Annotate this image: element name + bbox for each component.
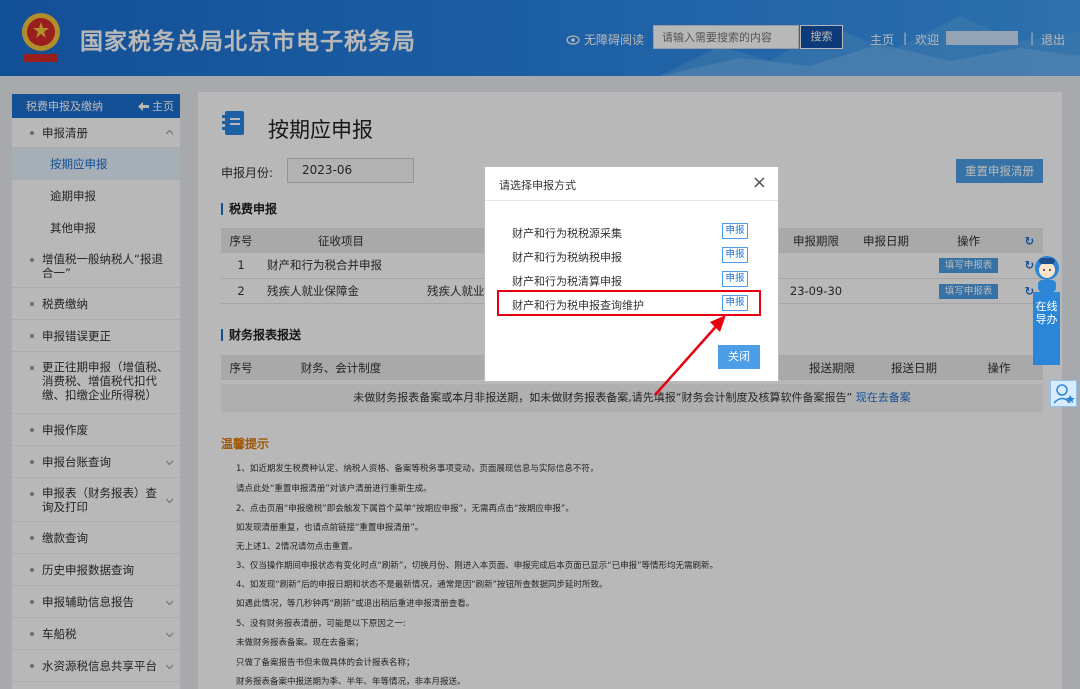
option-label: 财产和行为税清算申报 — [512, 275, 622, 288]
option-label: 财产和行为税税源采集 — [512, 227, 622, 240]
online-guide-button[interactable]: 在线导办 — [1033, 292, 1060, 365]
close-icon[interactable]: × — [752, 172, 767, 193]
divider — [485, 200, 778, 201]
declare-button-tax[interactable]: 申报 — [722, 247, 748, 263]
annotation-arrow-icon — [654, 315, 726, 396]
dialog-title: 请选择申报方式 — [499, 179, 576, 192]
declare-button-source[interactable]: 申报 — [722, 223, 748, 239]
declare-button-settle[interactable]: 申报 — [722, 271, 748, 287]
option-label: 财产和行为税纳税申报 — [512, 251, 622, 264]
user-service-icon[interactable] — [1050, 380, 1077, 407]
assistant-avatar-icon[interactable] — [1030, 250, 1064, 294]
